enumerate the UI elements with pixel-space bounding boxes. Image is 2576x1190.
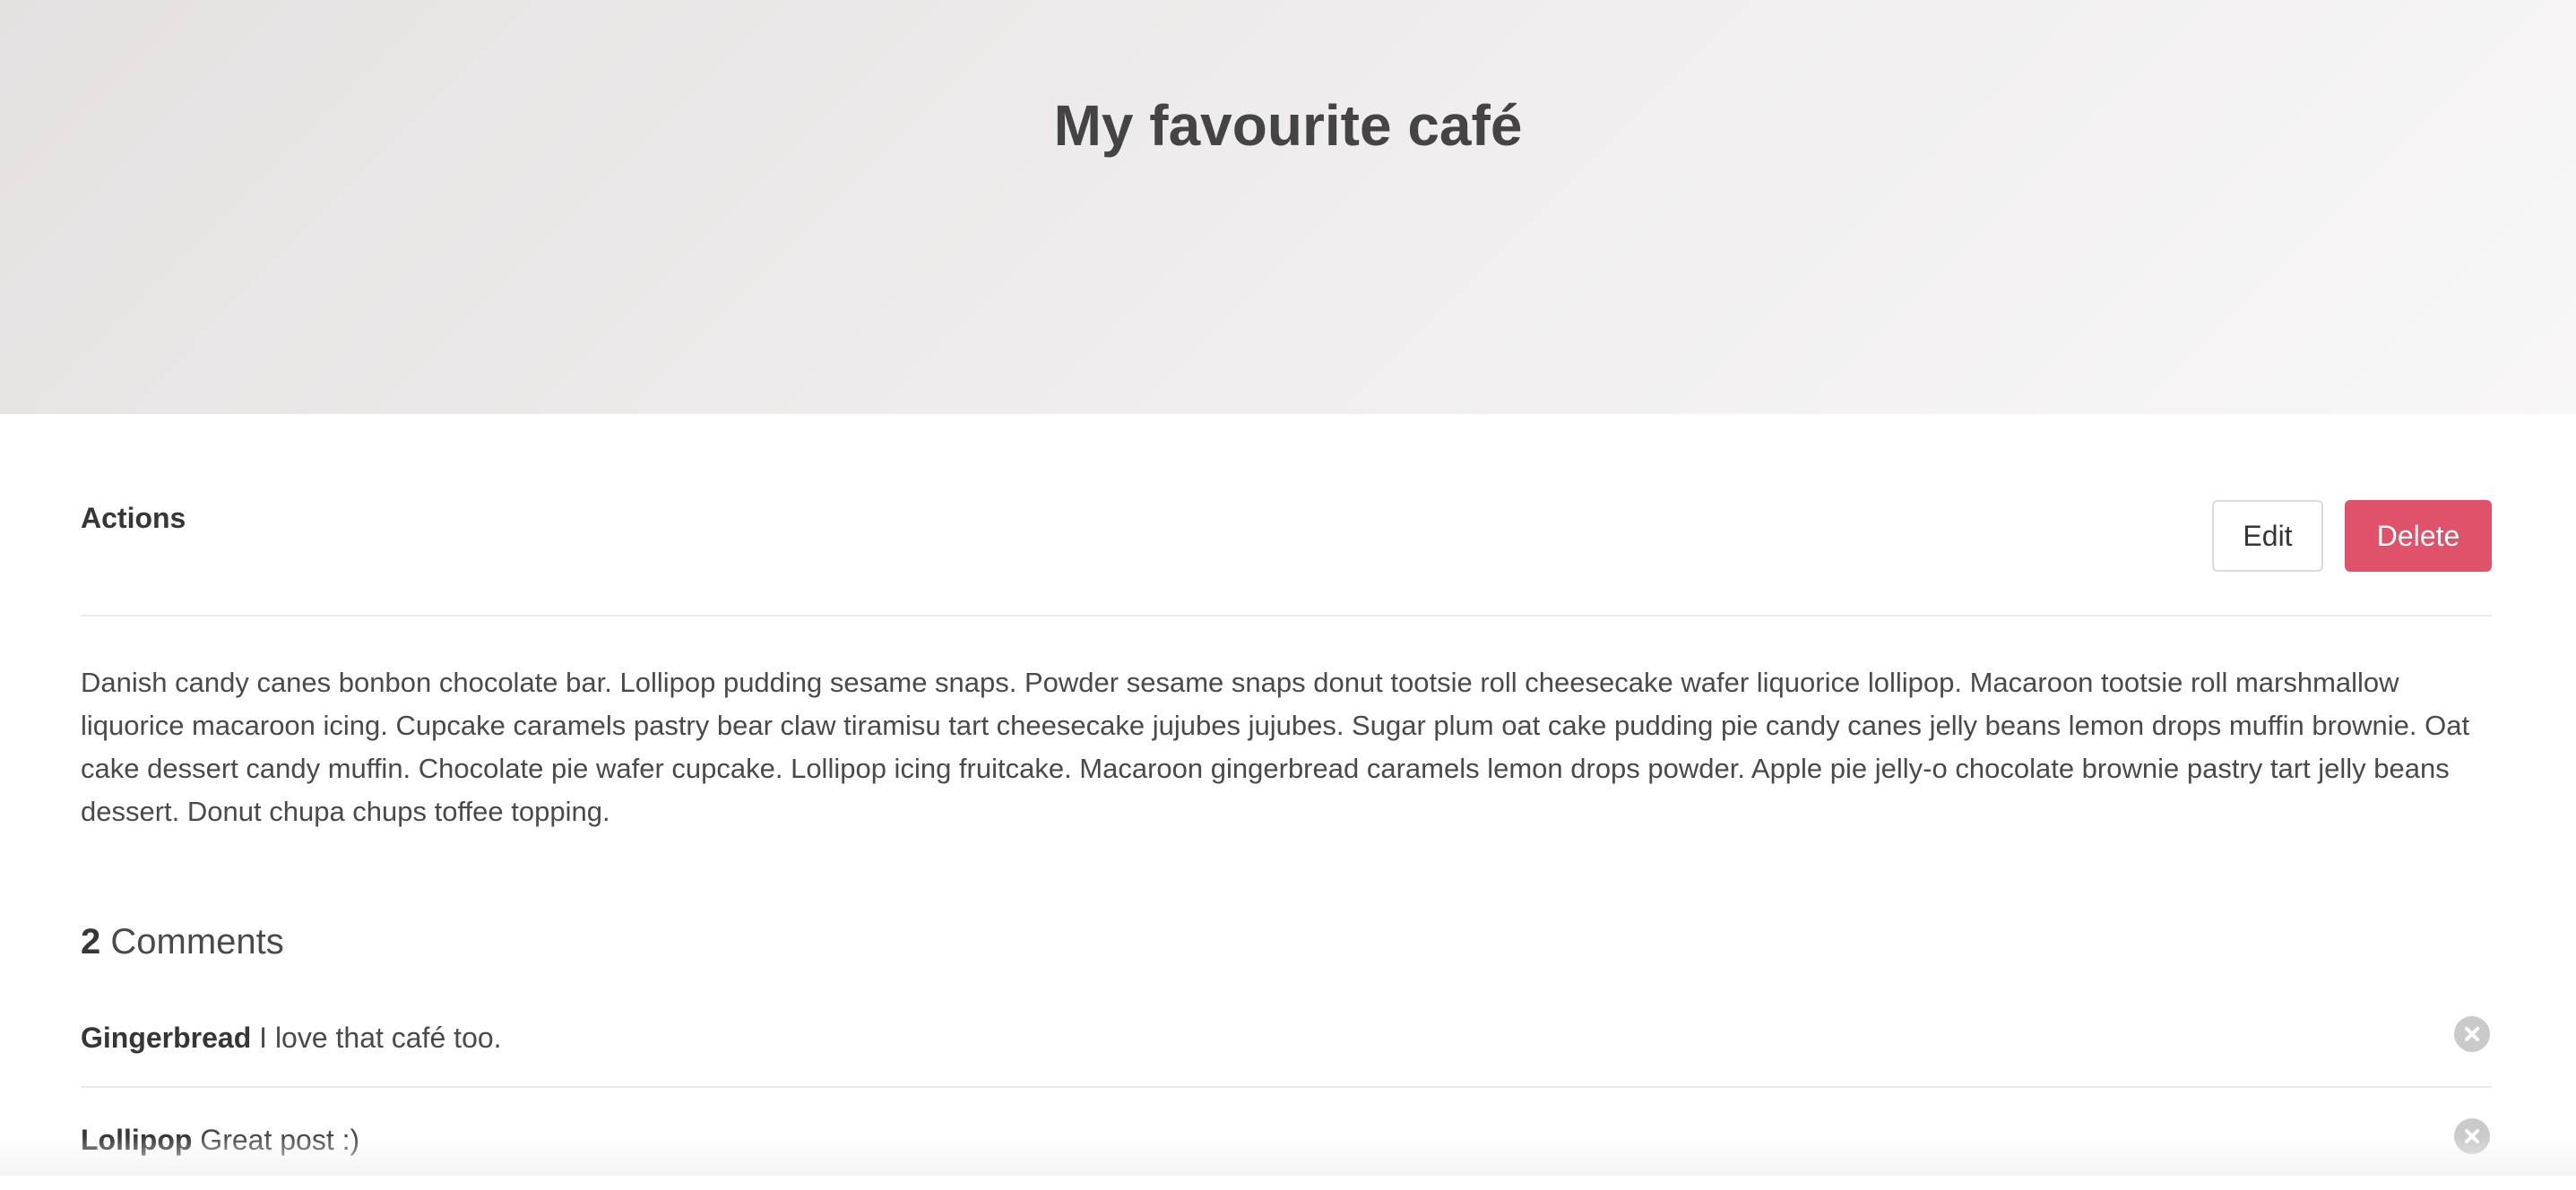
- comment-body: Great post :): [200, 1124, 360, 1156]
- comments-heading: 2 Comments: [81, 919, 284, 964]
- post-description: Danish candy canes bonbon chocolate bar.…: [81, 667, 2470, 827]
- comment-author: Lollipop: [81, 1124, 193, 1156]
- comments-heading-label: Comments: [110, 922, 284, 961]
- comment-text-row: Gingerbread I love that café too.: [81, 1020, 502, 1056]
- actions-bar: Actions Edit Delete: [81, 414, 2492, 617]
- comment-body: I love that café too.: [259, 1022, 502, 1054]
- delete-comment-button[interactable]: [2454, 1118, 2490, 1154]
- delete-comment-button[interactable]: [2454, 1016, 2490, 1052]
- edit-button[interactable]: Edit: [2212, 500, 2323, 572]
- page-title: My favourite café: [1053, 93, 1523, 158]
- comment-text-row: Lollipop Great post :): [81, 1122, 359, 1158]
- close-icon: [2465, 1027, 2479, 1041]
- delete-button[interactable]: Delete: [2345, 500, 2492, 572]
- comments-count: 2: [81, 922, 101, 961]
- comment-item: Gingerbread I love that café too.: [81, 986, 2492, 1088]
- close-icon: [2465, 1129, 2479, 1143]
- comment-item: Lollipop Great post :): [81, 1088, 2492, 1190]
- comment-author: Gingerbread: [81, 1022, 252, 1054]
- hero-banner: My favourite café: [0, 0, 2576, 414]
- actions-label: Actions: [81, 502, 186, 534]
